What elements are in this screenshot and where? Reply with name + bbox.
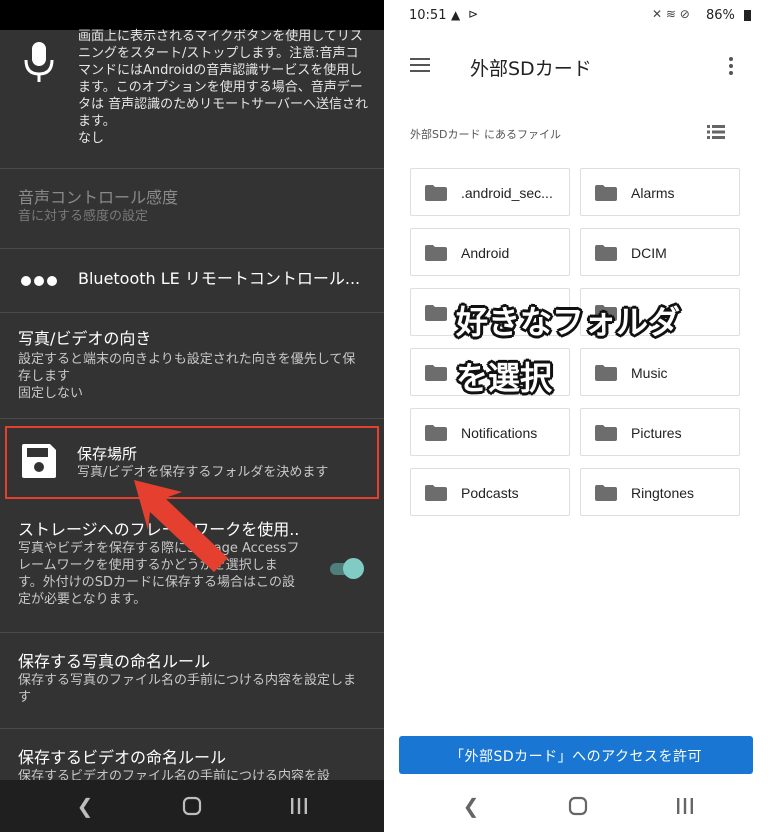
section-label: 外部SDカード にあるファイル — [410, 128, 561, 141]
folder-label: Music — [631, 365, 668, 381]
status-time: 10:51 — [409, 8, 447, 23]
signal-icons: ✕ ≋ ⊘ — [652, 7, 690, 21]
folder-icon — [595, 245, 617, 261]
folder-label: .android_sec... — [461, 185, 553, 201]
folder-label: Pictures — [631, 425, 682, 441]
folder-label: Notifications — [461, 425, 538, 441]
navigation-bar: ❮ — [0, 780, 384, 832]
folder-icon — [595, 365, 617, 381]
list-view-icon[interactable] — [707, 124, 725, 144]
folder-tile[interactable]: Pictures — [580, 408, 740, 456]
app-bar: 外部SDカード — [384, 32, 768, 100]
battery-level: 86% — [706, 8, 735, 23]
folder-label: Alarms — [631, 185, 675, 201]
folder-tile[interactable]: Podcasts — [410, 468, 570, 516]
page-title: 外部SDカード — [470, 58, 592, 80]
folder-icon — [425, 245, 447, 261]
overlay-caption-line2: を選択 — [456, 359, 553, 397]
allow-access-button[interactable]: 「外部SDカード」へのアクセスを許可 — [399, 736, 753, 774]
folder-label: DCIM — [631, 245, 667, 261]
status-bar: 10:51 ▲ ⊳ ✕ ≋ ⊘ 86% — [384, 0, 768, 32]
alert-icon: ▲ — [451, 8, 461, 22]
folder-tile[interactable]: .android_sec... — [410, 168, 570, 216]
folder-tile[interactable]: DCIM — [580, 228, 740, 276]
folder-label: Ringtones — [631, 485, 695, 501]
folder-tile[interactable]: Notifications — [410, 408, 570, 456]
folder-tile[interactable]: Android — [410, 228, 570, 276]
home-nav-icon[interactable] — [563, 794, 593, 818]
folder-tile[interactable]: Ringtones — [580, 468, 740, 516]
annotation-arrow — [134, 480, 228, 572]
settings-screen: 画面上に表示されるマイクボタンを使用してリスニングをスタート/ストップします。注… — [0, 0, 384, 832]
allow-access-label: 「外部SDカード」へのアクセスを許可 — [450, 749, 702, 765]
folder-icon — [425, 305, 447, 321]
folder-icon — [595, 425, 617, 441]
folder-icon — [425, 185, 447, 201]
overlay-caption-line1: 好きなフォルダ — [456, 303, 681, 341]
menu-icon[interactable] — [410, 57, 430, 77]
folder-label: Android — [461, 245, 510, 261]
navigation-bar: ❮ — [384, 780, 768, 832]
notification-icon: ⊳ — [468, 7, 479, 21]
folder-tile[interactable]: Alarms — [580, 168, 740, 216]
recents-nav-icon[interactable] — [670, 794, 700, 818]
home-nav-icon[interactable] — [177, 794, 207, 818]
folder-label: Podcasts — [461, 485, 519, 501]
battery-icon — [744, 10, 751, 21]
folder-tile[interactable]: Music — [580, 348, 740, 396]
folder-icon — [425, 365, 447, 381]
file-picker-screen: 10:51 ▲ ⊳ ✕ ≋ ⊘ 86% 外部SDカード 外部SDカード にあるフ… — [384, 0, 768, 832]
folder-icon — [595, 485, 617, 501]
more-options-icon[interactable] — [728, 56, 734, 80]
folder-icon — [425, 485, 447, 501]
folder-icon — [595, 185, 617, 201]
back-nav-icon[interactable]: ❮ — [456, 794, 486, 818]
folder-icon — [425, 425, 447, 441]
recents-nav-icon[interactable] — [284, 794, 314, 818]
back-nav-icon[interactable]: ❮ — [70, 794, 100, 818]
